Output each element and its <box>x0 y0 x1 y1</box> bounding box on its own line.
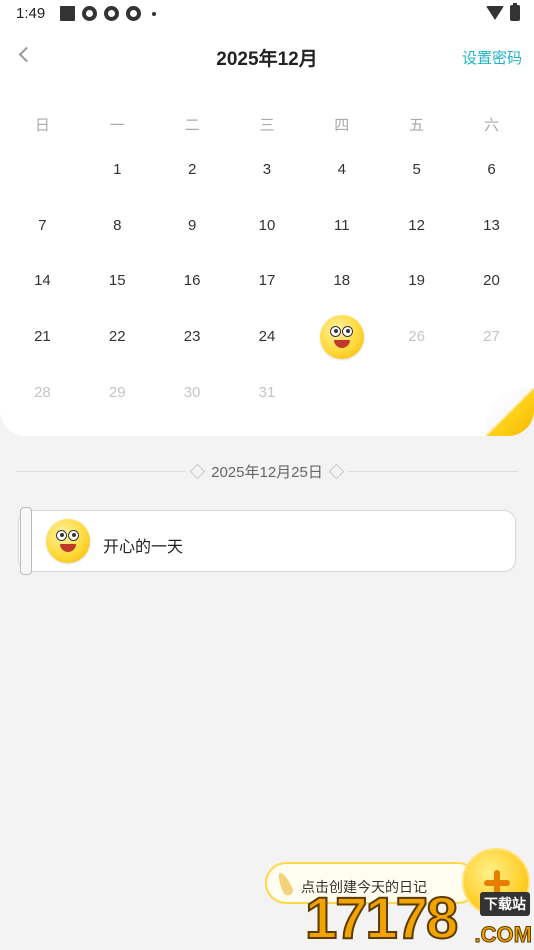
happy-face-icon <box>46 519 90 563</box>
weekday-label: 日 <box>34 117 50 134</box>
calendar-day[interactable]: 2 <box>155 142 230 198</box>
calendar-day[interactable]: 13 <box>454 198 529 254</box>
emoji-mouth <box>60 544 76 552</box>
emoji-eye <box>329 325 341 337</box>
happy-face-icon <box>319 314 364 359</box>
emoji-eye <box>341 325 353 337</box>
calendar-day[interactable]: 15 <box>80 253 155 309</box>
calendar-day[interactable]: 1 <box>80 142 155 198</box>
calendar-day: 30 <box>183 383 201 401</box>
calendar-day: 27 <box>483 328 500 346</box>
calendar-day[interactable]: 11 <box>304 198 379 254</box>
calendar-day[interactable]: 17 <box>230 253 305 309</box>
calendar-day-with-mood[interactable] <box>304 309 379 365</box>
system-icons <box>486 3 520 21</box>
diamond-icon <box>189 463 206 479</box>
calendar-day[interactable]: 8 <box>80 198 155 254</box>
diary-entry-card[interactable]: 开心的一天 <box>18 507 516 575</box>
calendar-day[interactable]: 12 <box>379 198 454 254</box>
wifi-icon <box>486 6 504 20</box>
notification-app-icon <box>104 6 119 21</box>
calendar-day[interactable]: 24 <box>230 309 305 365</box>
weekday-header: 日一二三四五六 <box>5 114 529 135</box>
calendar-day[interactable]: 18 <box>304 253 379 309</box>
notification-icons <box>60 6 156 21</box>
emoji-mouth <box>333 339 350 348</box>
calendar-day[interactable]: 5 <box>379 142 454 198</box>
calendar-day[interactable]: 22 <box>80 309 155 365</box>
watermark-number: 17178 <box>304 886 459 950</box>
site-watermark: 17178 下载站 .COM <box>304 886 534 950</box>
calendar-day[interactable]: 20 <box>454 253 529 309</box>
watermark-com: .COM <box>474 922 532 948</box>
emoji-eye <box>56 530 67 541</box>
notification-square-icon <box>60 6 75 21</box>
divider-line <box>347 470 518 472</box>
watermark-site: 下载站 <box>480 892 530 916</box>
empty-day-cell <box>5 142 80 198</box>
battery-icon <box>510 3 520 21</box>
calendar-day[interactable]: 7 <box>5 198 80 254</box>
date-divider: 2025年12月25日 <box>16 460 518 482</box>
weekday-label: 四 <box>334 117 350 134</box>
calendar-day[interactable]: 21 <box>5 309 80 365</box>
weekday-label: 六 <box>483 117 499 134</box>
calendar-day[interactable]: 9 <box>155 198 230 254</box>
calendar-day[interactable]: 4 <box>304 142 379 198</box>
calendar-day: 26 <box>408 328 425 346</box>
status-bar: 1:49 <box>0 0 534 28</box>
calendar-day: 28 <box>34 383 51 401</box>
calendar-day[interactable]: 23 <box>155 309 230 365</box>
calendar-day[interactable]: 19 <box>379 253 454 309</box>
calendar-day[interactable]: 6 <box>454 142 529 198</box>
month-title: 2025年12月 <box>216 49 318 70</box>
calendar-day[interactable]: 3 <box>230 142 305 198</box>
weekday-label: 三 <box>259 117 275 134</box>
entry-text: 开心的一天 <box>103 539 184 556</box>
diamond-icon <box>328 463 345 479</box>
calendar-day: 29 <box>108 383 126 401</box>
more-notifications-dot-icon <box>152 11 156 16</box>
weekday-label: 一 <box>109 117 125 134</box>
calendar-grid: 1 2 3 4 5 6 7 8 9 10 11 12 13 14 15 16 17 18 19 20 21 22 23 24 2… <box>5 142 529 420</box>
notification-app-icon <box>126 6 141 21</box>
calendar-day: 31 <box>258 383 276 401</box>
entry-binding-decoration <box>20 507 32 575</box>
notification-app-icon <box>82 6 97 21</box>
calendar-day[interactable]: 14 <box>5 253 80 309</box>
set-password-link[interactable]: 设置密码 <box>462 47 522 68</box>
emoji-eye <box>68 530 79 541</box>
weekday-label: 二 <box>184 117 200 134</box>
feather-icon <box>275 871 295 897</box>
divider-line <box>16 470 187 472</box>
selected-date: 2025年12月25日 <box>211 463 323 481</box>
calendar-card: 2025年12月 设置密码 日一二三四五六 1 2 3 4 5 6 7 8 9 10 11 12 13 1… <box>0 28 534 436</box>
status-time: 1:49 <box>16 5 46 22</box>
weekday-label: 五 <box>409 117 425 134</box>
calendar-day[interactable]: 16 <box>155 253 230 309</box>
calendar-day[interactable]: 10 <box>230 198 305 254</box>
